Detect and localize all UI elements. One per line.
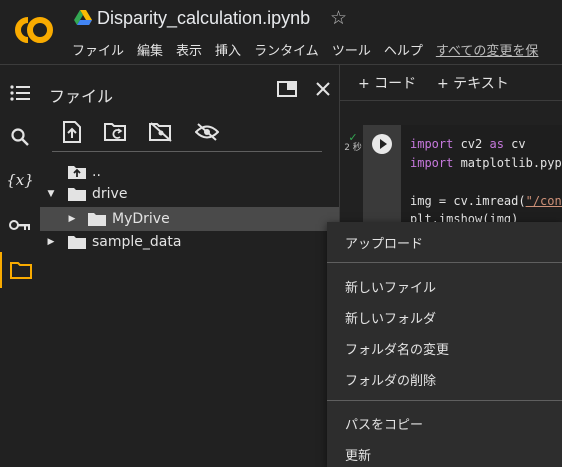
- cell-execution-status: ✓ 2 秒: [342, 132, 364, 154]
- files-panel-title: ファイル: [49, 87, 114, 106]
- toc-icon[interactable]: [0, 77, 40, 109]
- menu-file[interactable]: ファイル: [72, 40, 124, 59]
- folder-up-icon: [68, 166, 86, 179]
- tree-label-drive: drive: [92, 186, 128, 202]
- code-line[interactable]: import cv2 as cv: [410, 137, 526, 151]
- menu-bar: ファイル 編集 表示 挿入 ランタイム ツール ヘルプ すべての変更を保: [72, 40, 551, 59]
- menu-view[interactable]: 表示: [176, 40, 202, 59]
- google-drive-icon[interactable]: [74, 10, 92, 26]
- folder-icon: [68, 188, 86, 201]
- header-divider: [0, 64, 562, 65]
- close-icon[interactable]: [312, 79, 334, 99]
- tree-row-drive[interactable]: ▼ drive: [40, 182, 128, 206]
- open-in-tab-icon[interactable]: [276, 80, 298, 98]
- caret-right-icon[interactable]: ▶: [44, 237, 58, 247]
- code-line[interactable]: import matplotlib.pyplo: [410, 156, 562, 170]
- notebook-title[interactable]: Disparity_calculation.ipynb: [97, 8, 310, 29]
- toolbar-divider: [52, 151, 322, 152]
- folder-icon: [68, 236, 86, 249]
- menu-help[interactable]: ヘルプ: [384, 40, 423, 59]
- cell-exec-time: 2 秒: [344, 143, 362, 153]
- menu-item-new-file[interactable]: 新しいファイル: [345, 277, 436, 296]
- run-cell-button[interactable]: [372, 134, 392, 154]
- refresh-folder-icon[interactable]: [103, 119, 129, 145]
- menu-item-upload[interactable]: アップロード: [345, 233, 423, 252]
- menu-separator: [327, 262, 562, 263]
- key-icon[interactable]: [0, 209, 40, 241]
- menu-item-refresh[interactable]: 更新: [345, 445, 371, 464]
- save-status-link[interactable]: すべての変更を保: [436, 40, 539, 59]
- menu-item-new-folder[interactable]: 新しいフォルダ: [345, 308, 436, 327]
- menu-item-delete-folder[interactable]: フォルダの削除: [345, 370, 436, 389]
- add-code-button[interactable]: + コード: [358, 73, 416, 93]
- code-line[interactable]: img = cv.imread("/cont: [410, 194, 562, 208]
- folder-icon: [88, 213, 106, 226]
- tree-label-sample-data: sample_data: [92, 234, 182, 250]
- notebook-toolbar-divider: [340, 100, 562, 101]
- hide-drive-icon[interactable]: [148, 119, 174, 145]
- tree-row-sample-data[interactable]: ▶ sample_data: [40, 230, 182, 254]
- files-icon[interactable]: [0, 252, 40, 288]
- menu-tools[interactable]: ツール: [332, 40, 371, 59]
- menu-edit[interactable]: 編集: [137, 40, 163, 59]
- menu-insert[interactable]: 挿入: [215, 40, 241, 59]
- add-text-button[interactable]: + テキスト: [437, 73, 509, 93]
- star-icon[interactable]: ☆: [330, 7, 347, 29]
- menu-runtime[interactable]: ランタイム: [254, 40, 319, 59]
- caret-right-icon[interactable]: ▶: [65, 214, 79, 224]
- hide-hidden-files-icon[interactable]: [194, 119, 220, 145]
- tree-row-mydrive[interactable]: ▶ MyDrive: [40, 207, 339, 231]
- menu-separator: [327, 400, 562, 401]
- caret-down-icon[interactable]: ▼: [44, 189, 58, 199]
- menu-item-copy-path[interactable]: パスをコピー: [345, 414, 423, 433]
- tree-label-parent: ..: [92, 164, 101, 180]
- tree-label-mydrive: MyDrive: [112, 211, 170, 227]
- tree-row-parent[interactable]: ..: [40, 160, 101, 184]
- upload-icon[interactable]: [59, 119, 85, 145]
- variables-icon[interactable]: {x}: [0, 164, 40, 196]
- search-icon[interactable]: [0, 121, 40, 153]
- menu-item-rename-folder[interactable]: フォルダ名の変更: [345, 339, 449, 358]
- check-icon: ✓: [348, 131, 358, 144]
- context-menu: アップロード 新しいファイル 新しいフォルダ フォルダ名の変更 フォルダの削除 …: [327, 222, 562, 467]
- colab-logo[interactable]: [10, 12, 58, 48]
